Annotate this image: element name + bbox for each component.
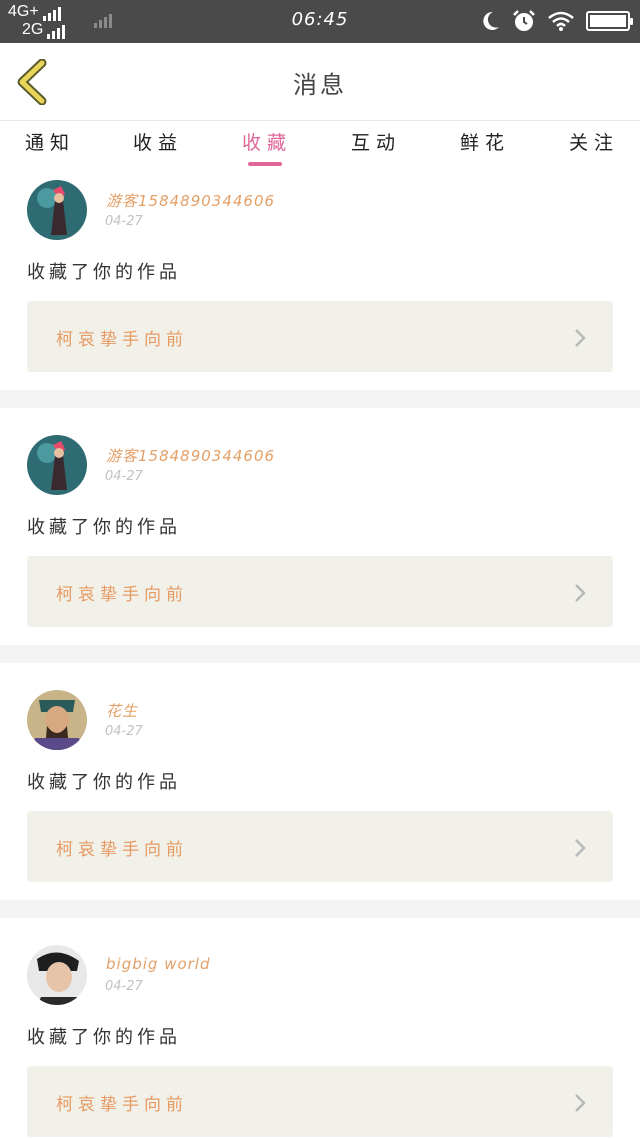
status-bar: 4G+ 2G 06:45 xyxy=(0,0,640,43)
username[interactable]: bigbig world xyxy=(106,955,211,973)
divider xyxy=(0,900,640,918)
tab-interactions[interactable]: 互动 xyxy=(331,128,421,155)
message-card: bigbig world 04-27 收藏了你的作品 柯哀挚手向前 xyxy=(0,935,640,1138)
avatar[interactable] xyxy=(27,435,87,495)
divider xyxy=(0,390,640,408)
chevron-right-icon xyxy=(575,1094,586,1112)
work-title: 柯哀挚手向前 xyxy=(56,1095,188,1115)
avatar[interactable] xyxy=(27,690,87,750)
chevron-right-icon xyxy=(575,584,586,602)
work-title: 柯哀挚手向前 xyxy=(56,330,188,350)
nav-header: 消息 xyxy=(0,43,640,121)
tab-flowers[interactable]: 鲜花 xyxy=(440,128,530,155)
wifi-icon xyxy=(548,11,574,31)
status-icons xyxy=(480,9,633,33)
username[interactable]: 游客15848903446​06 xyxy=(106,190,275,211)
avatar[interactable] xyxy=(27,180,87,240)
message-card: 花生 04-27 收藏了你的作品 柯哀挚手向前 xyxy=(0,680,640,916)
tab-favorites[interactable]: 收藏 xyxy=(222,128,312,155)
action-text: 收藏了你的作品 xyxy=(27,262,181,283)
active-tab-indicator xyxy=(248,162,282,166)
message-card: 游客15848903446​06 04-27 收藏了你的作品 柯哀挚手向前 xyxy=(0,170,640,406)
username[interactable]: 花生 xyxy=(106,700,138,721)
work-link[interactable]: 柯哀挚手向前 xyxy=(27,1066,613,1137)
tab-bar: 通知 收益 收藏 互动 鲜花 关注 xyxy=(0,122,640,168)
chevron-right-icon xyxy=(575,839,586,857)
moon-icon xyxy=(483,11,499,30)
tab-notifications[interactable]: 通知 xyxy=(5,128,95,155)
username[interactable]: 游客15848903446​06 xyxy=(106,445,275,466)
divider xyxy=(0,645,640,663)
work-link[interactable]: 柯哀挚手向前 xyxy=(27,301,613,372)
message-date: 04-27 xyxy=(105,214,143,229)
alarm-icon xyxy=(513,10,535,31)
tab-following[interactable]: 关注 xyxy=(549,128,639,155)
page-title: 消息 xyxy=(293,71,347,99)
work-title: 柯哀挚手向前 xyxy=(56,585,188,605)
work-link[interactable]: 柯哀挚手向前 xyxy=(27,556,613,627)
chevron-right-icon xyxy=(575,329,586,347)
message-date: 04-27 xyxy=(105,979,143,994)
battery-icon xyxy=(586,11,633,31)
avatar[interactable] xyxy=(27,945,87,1005)
message-date: 04-27 xyxy=(105,724,143,739)
tab-earnings[interactable]: 收益 xyxy=(113,128,203,155)
work-title: 柯哀挚手向前 xyxy=(56,840,188,860)
action-text: 收藏了你的作品 xyxy=(27,1027,181,1048)
message-date: 04-27 xyxy=(105,469,143,484)
message-card: 游客15848903446​06 04-27 收藏了你的作品 柯哀挚手向前 xyxy=(0,425,640,661)
action-text: 收藏了你的作品 xyxy=(27,517,181,538)
action-text: 收藏了你的作品 xyxy=(27,772,181,793)
work-link[interactable]: 柯哀挚手向前 xyxy=(27,811,613,882)
